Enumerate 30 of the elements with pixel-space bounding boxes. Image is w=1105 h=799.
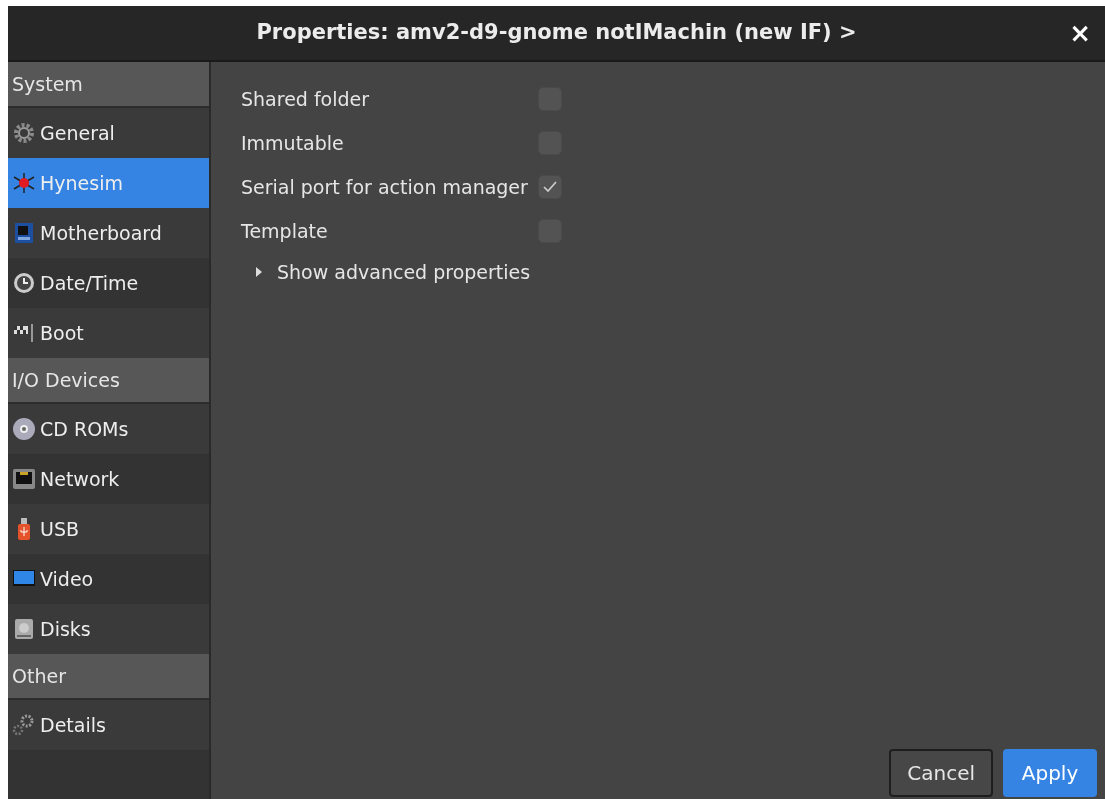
sidebar-item[interactable]: USB <box>8 504 209 554</box>
sidebar-header: System <box>8 62 209 108</box>
sidebar-item[interactable]: Disks <box>8 604 209 654</box>
sidebar-item[interactable]: Boot <box>8 308 209 358</box>
sidebar-header: I/O Devices <box>8 358 209 404</box>
sidebar-item[interactable]: Motherboard <box>8 208 209 258</box>
clock-icon <box>12 271 36 295</box>
sidebar-item[interactable]: Details <box>8 700 209 750</box>
property-label: Serial port for action manager <box>241 175 528 200</box>
gears-icon <box>12 713 36 737</box>
disc-icon <box>12 417 36 441</box>
caret-right-icon <box>255 267 263 278</box>
bug-icon <box>12 171 36 195</box>
sidebar-item[interactable]: CD ROMs <box>8 404 209 454</box>
sidebar-header: Other <box>8 654 209 700</box>
checkmark-icon <box>541 179 558 195</box>
circuit-board-icon <box>12 221 36 245</box>
network-port-icon <box>12 467 36 491</box>
close-button[interactable]: × <box>1065 20 1095 46</box>
advanced-expander[interactable]: Show advanced properties <box>255 258 531 287</box>
cancel-button[interactable]: Cancel <box>889 749 993 797</box>
property-label: Template <box>241 219 329 244</box>
checkbox[interactable] <box>537 175 562 199</box>
flag-icon <box>12 321 36 345</box>
apply-button[interactable]: Apply <box>1003 749 1097 797</box>
property-label: Immutable <box>241 131 345 156</box>
property-label: Shared folder <box>241 87 371 112</box>
window-title: Properties: amv2-d9-gnome notIMachin (new IF) > <box>256 19 857 47</box>
sidebar-item[interactable]: General <box>8 108 209 158</box>
gear-icon <box>12 121 36 145</box>
